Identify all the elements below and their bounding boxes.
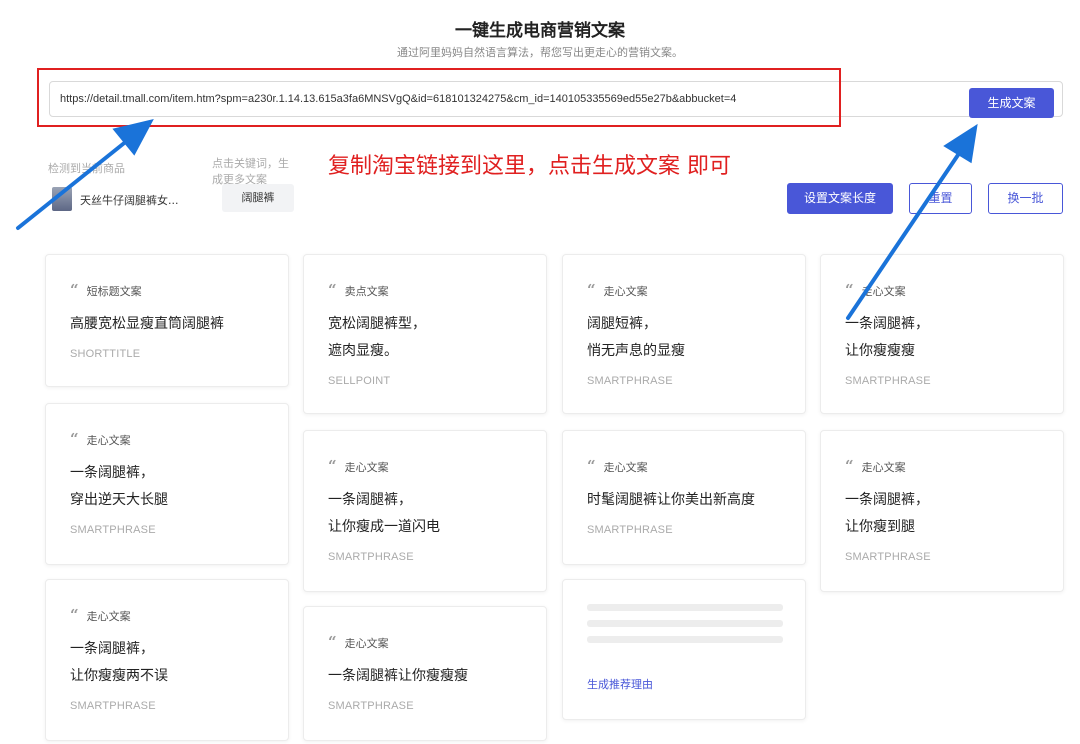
- quote-icon: “: [587, 281, 596, 299]
- card-type: SMARTPHRASE: [845, 375, 931, 387]
- annotation-text: 复制淘宝链接到这里，点击生成文案 即可: [328, 154, 731, 179]
- copy-card[interactable]: “ 走心文案 一条阔腿裤， 穿出逆天大长腿 SMARTPHRASE: [45, 403, 289, 565]
- quote-icon: “: [845, 457, 854, 475]
- card-text-line1: 一条阔腿裤，: [845, 316, 929, 332]
- card-type: SMARTPHRASE: [328, 700, 414, 712]
- page-title: 一键生成电商营销文案: [455, 21, 625, 41]
- product-url-input[interactable]: [60, 82, 960, 116]
- refresh-batch-button[interactable]: 换一批: [988, 183, 1063, 214]
- card-text-line1: 一条阔腿裤，: [328, 492, 412, 508]
- generate-reason-link[interactable]: 生成推荐理由: [587, 676, 653, 692]
- copy-card[interactable]: “ 短标题文案 高腰宽松显瘦直筒阔腿裤 SHORTTITLE: [45, 254, 289, 387]
- copy-card[interactable]: “ 走心文案 一条阔腿裤， 让你瘦到腿 SMARTPHRASE: [820, 430, 1064, 592]
- skeleton-line: [587, 604, 783, 611]
- card-text-line1: 一条阔腿裤，: [845, 492, 929, 508]
- card-text-line1: 高腰宽松显瘦直筒阔腿裤: [70, 316, 224, 332]
- arrow-right-head: [943, 123, 978, 164]
- detected-product-label: 检测到当前商品: [48, 162, 125, 175]
- arrow-left-head: [112, 119, 154, 156]
- copy-card[interactable]: “ 走心文案 一条阔腿裤， 让你瘦成一道闪电 SMARTPHRASE: [303, 430, 547, 592]
- quote-icon: “: [587, 457, 596, 475]
- card-tag: 走心文案: [344, 461, 389, 474]
- card-type: SMARTPHRASE: [70, 700, 156, 712]
- card-text-line2: 悄无声息的显瘦: [587, 343, 685, 359]
- card-type: SMARTPHRASE: [587, 375, 673, 387]
- card-tag: 短标题文案: [86, 285, 142, 298]
- arrow-left-line: [16, 138, 130, 230]
- quote-icon: “: [70, 606, 79, 624]
- card-text-line1: 一条阔腿裤让你瘦瘦瘦: [328, 668, 468, 684]
- card-text-line2: 让你瘦瘦两不误: [70, 668, 168, 684]
- card-tag: 走心文案: [603, 461, 648, 474]
- reset-button[interactable]: 重置: [909, 183, 972, 214]
- copy-card[interactable]: “ 走心文案 阔腿短裤， 悄无声息的显瘦 SMARTPHRASE: [562, 254, 806, 414]
- skeleton-line: [587, 620, 783, 627]
- card-tag: 走心文案: [861, 461, 906, 474]
- product-thumbnail: [52, 187, 72, 211]
- card-text-line2: 遮肉显瘦。: [328, 343, 398, 359]
- card-type: SMARTPHRASE: [70, 524, 156, 536]
- loading-card[interactable]: 生成推荐理由: [562, 579, 806, 720]
- quote-icon: “: [328, 281, 337, 299]
- product-name: 天丝牛仔阔腿裤女...: [80, 194, 179, 207]
- quote-icon: “: [845, 281, 854, 299]
- card-text-line2: 让你瘦到腿: [845, 519, 915, 535]
- card-text-line1: 一条阔腿裤，: [70, 465, 154, 481]
- card-tag: 卖点文案: [344, 285, 389, 298]
- card-type: SELLPOINT: [328, 375, 391, 387]
- card-tag: 走心文案: [861, 285, 906, 298]
- card-tag: 走心文案: [344, 637, 389, 650]
- card-tag: 走心文案: [86, 434, 131, 447]
- quote-icon: “: [70, 281, 79, 299]
- copy-card[interactable]: “ 卖点文案 宽松阔腿裤型， 遮肉显瘦。 SELLPOINT: [303, 254, 547, 414]
- page-subtitle: 通过阿里妈妈自然语言算法，帮您写出更走心的营销文案。: [397, 46, 683, 59]
- card-type: SMARTPHRASE: [328, 551, 414, 563]
- card-type: SMARTPHRASE: [845, 551, 931, 563]
- copy-card[interactable]: “ 走心文案 时髦阔腿裤让你美出新高度 SMARTPHRASE: [562, 430, 806, 565]
- quote-icon: “: [328, 457, 337, 475]
- card-text-line2: 穿出逆天大长腿: [70, 492, 168, 508]
- copy-card[interactable]: “ 走心文案 一条阔腿裤让你瘦瘦瘦 SMARTPHRASE: [303, 606, 547, 741]
- copy-card[interactable]: “ 走心文案 一条阔腿裤， 让你瘦瘦瘦 SMARTPHRASE: [820, 254, 1064, 414]
- card-type: SHORTTITLE: [70, 348, 141, 360]
- card-text-line1: 时髦阔腿裤让你美出新高度: [587, 492, 755, 508]
- card-text-line1: 一条阔腿裤，: [70, 641, 154, 657]
- card-text-line2: 让你瘦瘦瘦: [845, 343, 915, 359]
- copy-card[interactable]: “ 走心文案 一条阔腿裤， 让你瘦瘦两不误 SMARTPHRASE: [45, 579, 289, 741]
- card-text-line1: 宽松阔腿裤型，: [328, 316, 426, 332]
- quote-icon: “: [70, 430, 79, 448]
- card-type: SMARTPHRASE: [587, 524, 673, 536]
- set-length-button[interactable]: 设置文案长度: [787, 183, 893, 214]
- card-tag: 走心文案: [86, 610, 131, 623]
- keyword-tag[interactable]: 阔腿裤: [222, 184, 294, 212]
- card-text-line2: 让你瘦成一道闪电: [328, 519, 440, 535]
- url-input-row: 生成文案: [49, 81, 1063, 118]
- card-text-line1: 阔腿短裤，: [587, 316, 657, 332]
- keyword-hint: 点击关键词，生成更多文案: [212, 157, 289, 186]
- card-tag: 走心文案: [603, 285, 648, 298]
- generate-button[interactable]: 生成文案: [969, 88, 1054, 118]
- skeleton-line: [587, 636, 783, 643]
- quote-icon: “: [328, 633, 337, 651]
